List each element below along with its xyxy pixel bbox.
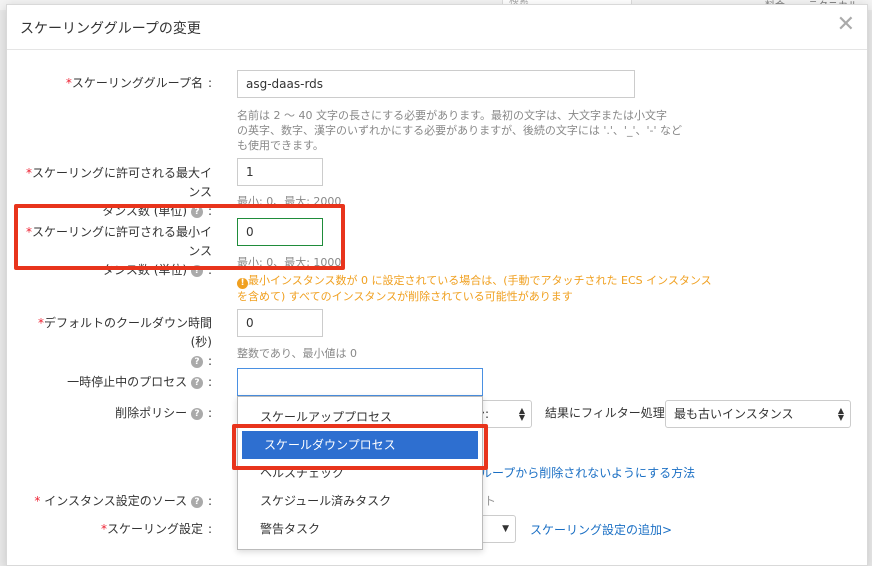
add-scaling-config-link[interactable]: スケーリング設定の追加> <box>530 521 672 538</box>
max-instances-input[interactable]: 1 <box>237 158 323 186</box>
highlight-scale-down <box>232 424 488 470</box>
cooldown-label: *デフォルトのクールダウン時間 (秒) ?: <box>37 316 212 368</box>
select-arrows-icon: ▲ ▼ <box>837 406 844 422</box>
dropdown-option-alarm-task[interactable]: 警告タスク <box>238 515 482 543</box>
filter-label: 結果にフィルター処理 <box>545 406 665 420</box>
suspended-process-label: 一時停止中のプロセス ?: <box>67 375 212 389</box>
cooldown-input[interactable]: 0 <box>237 309 323 337</box>
protection-help-link[interactable]: ループから削除されないようにする方法 <box>480 464 695 481</box>
select-arrows-icon: ▲ ▼ <box>518 406 525 422</box>
help-icon[interactable]: ? <box>190 376 203 389</box>
chevron-down-icon: ▼ <box>502 524 509 534</box>
help-icon[interactable]: ? <box>190 495 203 508</box>
group-name-label: *スケーリンググループ名: <box>65 76 212 90</box>
warning-icon: ! <box>237 278 248 289</box>
suspended-process-input[interactable] <box>237 368 483 396</box>
dialog-header: スケーリンググループの変更 ✕ <box>7 5 867 50</box>
dropdown-option-scheduled-task[interactable]: スケジュール済みタスク <box>238 487 482 515</box>
removal-policy-label: 削除ポリシー ?: <box>115 406 212 420</box>
removal-policy-select-2[interactable]: 最も古いインスタンス ▲ ▼ <box>665 400 851 428</box>
cooldown-hint: 整数であり、最小値は 0 <box>237 347 357 360</box>
instance-source-label: * インスタンス設定のソース ?: <box>34 494 212 508</box>
group-name-hint: 名前は 2 ～ 40 文字の長さにする必要があります。最初の文字は、大文字または… <box>237 109 682 152</box>
scaling-config-label: *スケーリング設定: <box>100 522 212 536</box>
instance-source-partial: ト <box>484 494 497 508</box>
group-name-input[interactable]: asg-daas-rds <box>237 70 635 98</box>
close-icon[interactable]: ✕ <box>837 13 855 37</box>
help-icon[interactable]: ? <box>190 355 203 368</box>
dialog-title: スケーリンググループの変更 <box>20 21 201 37</box>
suspended-process-dropdown: スケールアッププロセス スケールダウンプロセス ヘルスチェック スケジュール済み… <box>237 396 483 550</box>
highlight-min-instances <box>14 204 345 270</box>
help-icon[interactable]: ? <box>190 407 203 420</box>
min-instances-warning: ! 最小インスタンス数が 0 に設定されている場合は、(手動でアタッチされた EC… <box>237 274 712 303</box>
